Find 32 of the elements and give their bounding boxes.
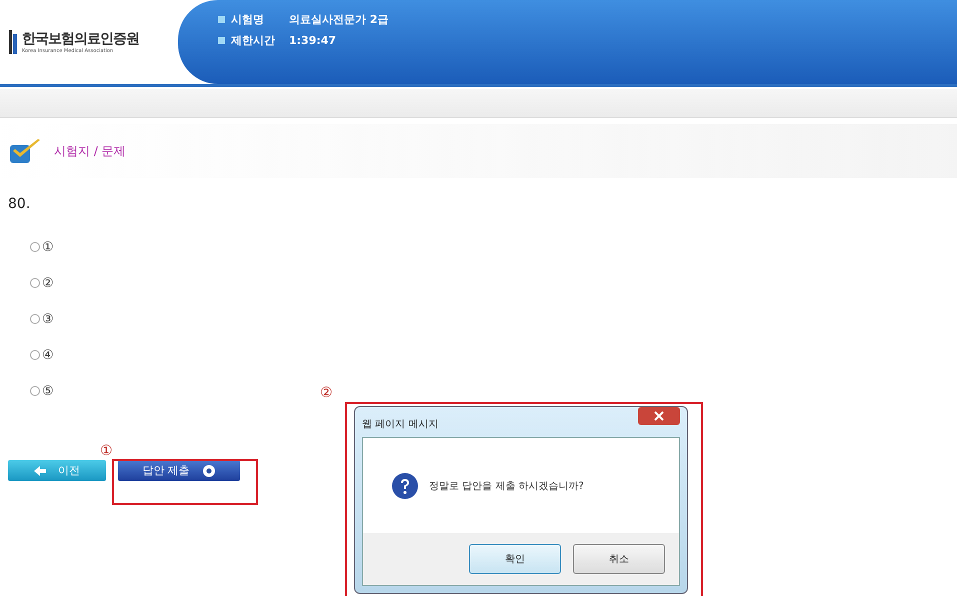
logo-title: 한국보험의료인증원 bbox=[22, 30, 139, 48]
ok-button[interactable]: 확인 bbox=[469, 544, 561, 574]
close-icon bbox=[638, 407, 680, 425]
info-label: 제한시간 bbox=[231, 33, 276, 48]
arrow-left-icon bbox=[34, 466, 46, 476]
option-label: ① bbox=[42, 240, 54, 254]
radio-button[interactable] bbox=[30, 278, 40, 288]
checkmark-box-icon bbox=[8, 137, 42, 165]
question-number: 80. bbox=[8, 196, 32, 212]
info-value: 의료실사전문가 2급 bbox=[289, 12, 388, 27]
section-title: 시험지 / 문제 bbox=[54, 142, 126, 160]
info-label: 시험명 bbox=[231, 12, 265, 27]
dialog-message: 정말로 답안을 제출 하시겠습니까? bbox=[429, 480, 584, 492]
option-label: ④ bbox=[42, 348, 54, 362]
step-number: ① bbox=[100, 444, 113, 458]
step-number: ② bbox=[320, 386, 333, 400]
radio-button[interactable] bbox=[30, 386, 40, 396]
circle-icon bbox=[202, 464, 216, 478]
cancel-button[interactable]: 취소 bbox=[573, 544, 665, 574]
dialog-title: 웹 페이지 메시지 bbox=[362, 418, 438, 431]
option-label: ③ bbox=[42, 312, 54, 326]
bullet-icon bbox=[218, 16, 225, 23]
bullet-icon bbox=[218, 37, 225, 44]
radio-button[interactable] bbox=[30, 242, 40, 252]
option-label: ⑤ bbox=[42, 384, 54, 398]
radio-button[interactable] bbox=[30, 314, 40, 324]
question-icon bbox=[391, 472, 419, 500]
logo-icon bbox=[8, 28, 18, 56]
submit-button[interactable]: 답안 제출 bbox=[118, 460, 240, 481]
option-label: ② bbox=[42, 276, 54, 290]
radio-button[interactable] bbox=[30, 350, 40, 360]
info-value: 1:39:47 bbox=[289, 34, 336, 47]
